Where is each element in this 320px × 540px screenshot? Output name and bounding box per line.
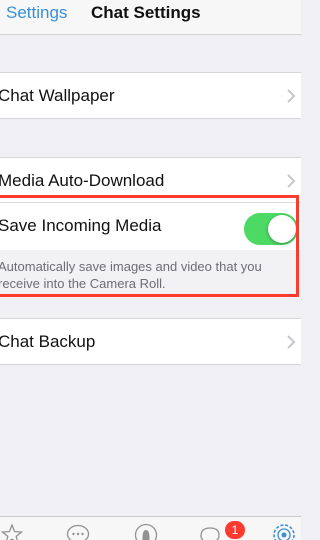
tab-bar	[0, 516, 301, 540]
chat-wallpaper-label: Chat Wallpaper	[0, 86, 115, 105]
star-icon[interactable]	[0, 523, 24, 540]
save-incoming-media-toggle[interactable]	[244, 213, 298, 245]
media-auto-download-row[interactable]: Media Auto-Download	[0, 158, 301, 203]
save-media-description: Automatically save images and video that…	[0, 259, 262, 291]
page-title: Chat Settings	[91, 3, 201, 22]
toggle-knob	[268, 215, 296, 243]
media-group: Media Auto-Download Save Incoming Media	[0, 157, 301, 252]
chat-backup-row[interactable]: Chat Backup	[0, 319, 301, 364]
back-button[interactable]: Settings	[6, 3, 67, 23]
chevron-right-icon	[287, 89, 296, 103]
chats-icon[interactable]	[198, 523, 222, 540]
save-incoming-media-label: Save Incoming Media	[0, 216, 162, 235]
save-media-footer: Automatically save images and video that…	[0, 250, 301, 296]
chat-backup-label: Chat Backup	[0, 332, 96, 351]
chevron-right-icon	[287, 335, 296, 349]
chevron-right-icon	[287, 174, 296, 188]
wallpaper-group: Chat Wallpaper	[0, 72, 301, 119]
save-incoming-media-row: Save Incoming Media	[0, 203, 301, 251]
chats-badge: 1	[225, 521, 245, 539]
media-auto-download-label: Media Auto-Download	[0, 171, 165, 190]
person-icon[interactable]	[134, 523, 158, 540]
settings-gear-icon[interactable]	[272, 523, 296, 540]
navigation-bar: Settings Chat Settings	[0, 0, 301, 35]
chat-wallpaper-row[interactable]: Chat Wallpaper	[0, 73, 301, 118]
backup-group: Chat Backup	[0, 318, 301, 365]
chat-bubble-icon[interactable]	[66, 523, 90, 540]
